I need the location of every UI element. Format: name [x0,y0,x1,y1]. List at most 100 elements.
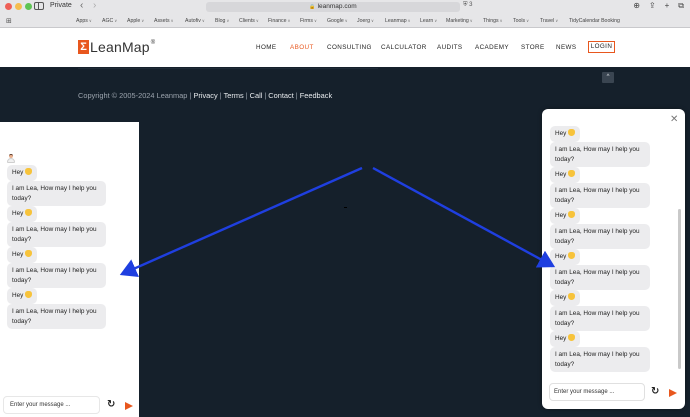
chat-message: I am Lea, How may I help you today? [550,306,650,331]
back-to-top-button[interactable]: ^ [602,72,614,83]
nav-home[interactable]: HOME [256,44,277,51]
bookmarks-bar: ⊞ Apps∨ AGC∨ Apple∨ Assets∨ Autofiv∨ Blo… [0,15,690,27]
address-bar[interactable]: 🔒 leanmap.com [206,2,460,12]
bookmark-apps[interactable]: Apps∨ [76,18,92,24]
nav-academy[interactable]: ACADEMY [475,44,509,51]
bookmarks-grid-icon[interactable]: ⊞ [6,17,12,25]
chat-message: I am Lea, How may I help you today? [7,304,106,329]
wave-emoji-icon [568,129,576,136]
send-icon[interactable] [669,389,677,397]
bookmark-joerg[interactable]: Joerg∨ [357,18,374,24]
wave-emoji-icon [25,291,33,298]
nav-store[interactable]: STORE [521,44,545,51]
chat-message: Hey [550,126,581,142]
shield-count: 3 [469,2,473,8]
chat-message: I am Lea, How may I help you today? [550,142,650,167]
bookmark-leanmap[interactable]: Leanmap∨ [385,18,411,24]
footer-link-privacy[interactable]: Privacy [193,91,217,100]
wave-emoji-icon [568,293,576,300]
chat-message: Hey [7,165,38,181]
chat-message: Hey [550,208,581,224]
bookmark-apple[interactable]: Apple∨ [127,18,144,24]
share-icon[interactable]: ⇪ [649,1,656,11]
footer-separator: | [219,91,222,100]
logo-mark-icon: Σ [78,40,89,54]
footer-link-terms[interactable]: Terms [224,91,244,100]
reset-chat-icon[interactable]: ↻ [107,399,115,410]
bookmark-tools[interactable]: Tools∨ [513,18,529,24]
footer-separator: | [245,91,248,100]
chat-message: Hey [7,206,38,222]
bookmark-blog[interactable]: Blog∨ [215,18,229,24]
cursor-mark [344,207,347,208]
login-button[interactable]: LOGIN [588,41,615,53]
chat-message: Hey [550,167,581,183]
bookmark-tidycalendar[interactable]: TidyCalendar Booking [569,18,620,24]
new-tab-icon[interactable]: + [665,1,670,11]
bookmark-marketing[interactable]: Marketing∨ [446,18,473,24]
wave-emoji-icon [568,211,576,218]
bookmark-assets[interactable]: Assets∨ [154,18,174,24]
close-window-icon[interactable] [5,3,12,10]
footer-separator: | [264,91,267,100]
chat-message-input[interactable]: Enter your message ... [549,383,645,401]
footer-link-feedback[interactable]: Feedback [300,91,332,100]
bookmark-learn[interactable]: Learn∨ [420,18,437,24]
bookmark-travel[interactable]: Travel∨ [540,18,558,24]
chat-scrollbar[interactable] [678,209,681,369]
wave-emoji-icon [25,250,33,257]
leanmap-logo[interactable]: Σ LeanMap ® [78,39,155,55]
tab-overview-icon[interactable]: ⧉ [678,1,684,11]
arrow-to-left-chat [119,166,363,277]
reset-chat-icon[interactable]: ↻ [651,386,659,397]
nav-news[interactable]: NEWS [556,44,577,51]
bookmark-finance[interactable]: Finance∨ [268,18,290,24]
logo-registered-mark: ® [150,40,156,46]
chat-message: Hey [550,331,581,347]
wave-emoji-icon [25,168,33,175]
toolbar-icons: ⊕ ⇪ + ⧉ [633,1,684,11]
chat-message: I am Lea, How may I help you today? [7,222,106,247]
chat-message: Hey [7,247,38,263]
bookmark-google[interactable]: Google∨ [327,18,348,24]
chat-message: Hey [7,288,38,304]
forward-arrow-icon[interactable]: › [93,0,96,11]
footer-link-call[interactable]: Call [250,91,263,100]
bookmark-autofiv[interactable]: Autofiv∨ [185,18,205,24]
footer-divider [78,68,378,69]
lock-icon: 🔒 [309,4,316,10]
bookmark-agc[interactable]: AGC∨ [102,18,117,24]
back-arrow-icon[interactable]: ‹ [80,0,83,11]
chat-message: I am Lea, How may I help you today? [550,183,650,208]
chat-message: I am Lea, How may I help you today? [550,265,650,290]
nav-about[interactable]: ABOUT [290,44,314,51]
chat-message: I am Lea, How may I help you today? [7,181,106,206]
private-mode-label: Private [50,2,72,9]
bookmark-firms[interactable]: Firms∨ [300,18,317,24]
downloads-icon[interactable]: ⊕ [633,1,640,11]
arrow-to-right-chat [372,166,556,268]
minimize-window-icon[interactable] [15,3,22,10]
chat-message: Hey [550,290,581,306]
chat-message-input[interactable]: Enter your message ... [3,396,100,414]
sidebar-toggle-icon[interactable] [34,2,44,10]
bookmark-clients[interactable]: Clients∨ [239,18,259,24]
wave-emoji-icon [25,209,33,216]
privacy-shield-icon[interactable]: ⛨ 3 [463,2,473,9]
copyright-text: Copyright © 2005-2024 Leanmap | [78,91,192,100]
nav-calculator[interactable]: CALCULATOR [381,44,427,51]
bookmark-things[interactable]: Things∨ [483,18,503,24]
chat-message: Hey [550,249,581,265]
chat-message: I am Lea, How may I help you today? [7,263,106,288]
nav-consulting[interactable]: CONSULTING [327,44,372,51]
chat-widget-right: ✕ Hey I am Lea, How may I help you today… [542,109,685,409]
footer-link-contact[interactable]: Contact [268,91,293,100]
copyright-line: Copyright © 2005-2024 Leanmap | Privacy |… [78,91,332,100]
send-icon[interactable] [125,402,133,410]
close-chat-icon[interactable]: ✕ [670,114,678,125]
nav-audits[interactable]: AUDITS [437,44,463,51]
url-text: leanmap.com [317,3,357,10]
maximize-window-icon[interactable] [25,3,32,10]
chat-widget-left: Hey I am Lea, How may I help you today? … [0,122,139,417]
lea-avatar [7,154,15,163]
